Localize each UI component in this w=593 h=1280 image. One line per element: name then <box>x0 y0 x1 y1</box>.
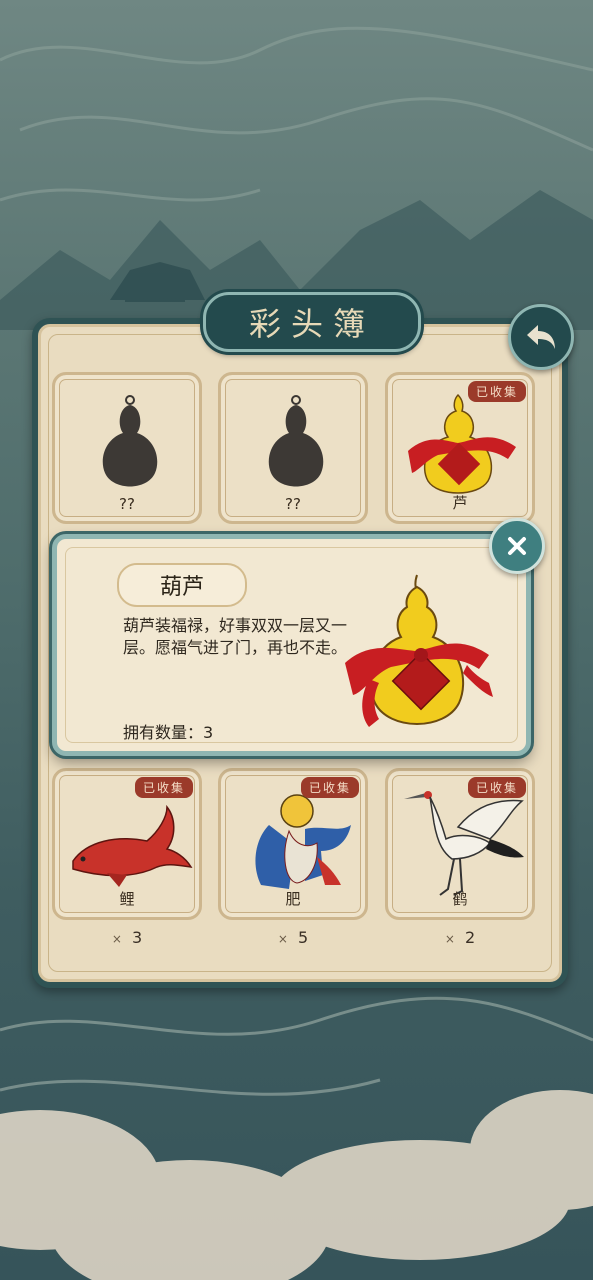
card-name: 鹤 <box>452 890 468 908</box>
collected-badge: 已收集 <box>134 777 193 798</box>
gourd-silhouette-icon <box>268 395 324 487</box>
page-title: 彩头簿 <box>203 292 421 352</box>
card-name: ?? <box>285 495 301 513</box>
close-button[interactable] <box>489 518 545 574</box>
card-crane[interactable]: 已收集 鹤 <box>385 768 535 920</box>
card-carp[interactable]: 已收集 鲤 <box>52 768 202 920</box>
popup-quantity: 拥有数量：3 <box>123 723 214 742</box>
card-count: × 3 <box>111 928 143 947</box>
card-gourd[interactable]: 已收集 芦 <box>385 372 535 524</box>
card-locked-1[interactable]: ?? <box>52 372 202 524</box>
item-detail-popup: 葫芦 葫芦装福禄，好事双双一层又一层。愿福气进了门，再也不走。 拥有数量：3 <box>52 534 531 756</box>
card-locked-2[interactable]: ?? <box>218 372 368 524</box>
collected-badge: 已收集 <box>300 777 359 798</box>
card-count: × 5 <box>277 928 309 947</box>
card-name: 鲤 <box>119 890 135 908</box>
back-button[interactable] <box>508 304 574 370</box>
back-arrow-icon <box>527 325 555 349</box>
collected-badge: 已收集 <box>467 381 526 402</box>
crane-icon <box>404 791 524 896</box>
carp-icon <box>72 804 193 887</box>
card-name: ?? <box>119 495 135 513</box>
card-chubby[interactable]: 已收集 肥 <box>218 768 368 920</box>
gourd-icon <box>345 574 493 727</box>
close-icon <box>508 537 526 555</box>
chubby-child-icon <box>255 794 351 889</box>
gourd-icon <box>408 393 516 494</box>
popup-description: 葫芦装福禄，好事双双一层又一层。愿福气进了门，再也不走。 <box>123 616 348 657</box>
gourd-silhouette-icon <box>102 395 158 487</box>
popup-title: 葫芦 <box>117 563 247 607</box>
card-count: × 2 <box>444 928 476 947</box>
collected-badge: 已收集 <box>467 777 526 798</box>
card-name: 肥 <box>285 890 301 908</box>
card-name: 芦 <box>452 494 468 512</box>
